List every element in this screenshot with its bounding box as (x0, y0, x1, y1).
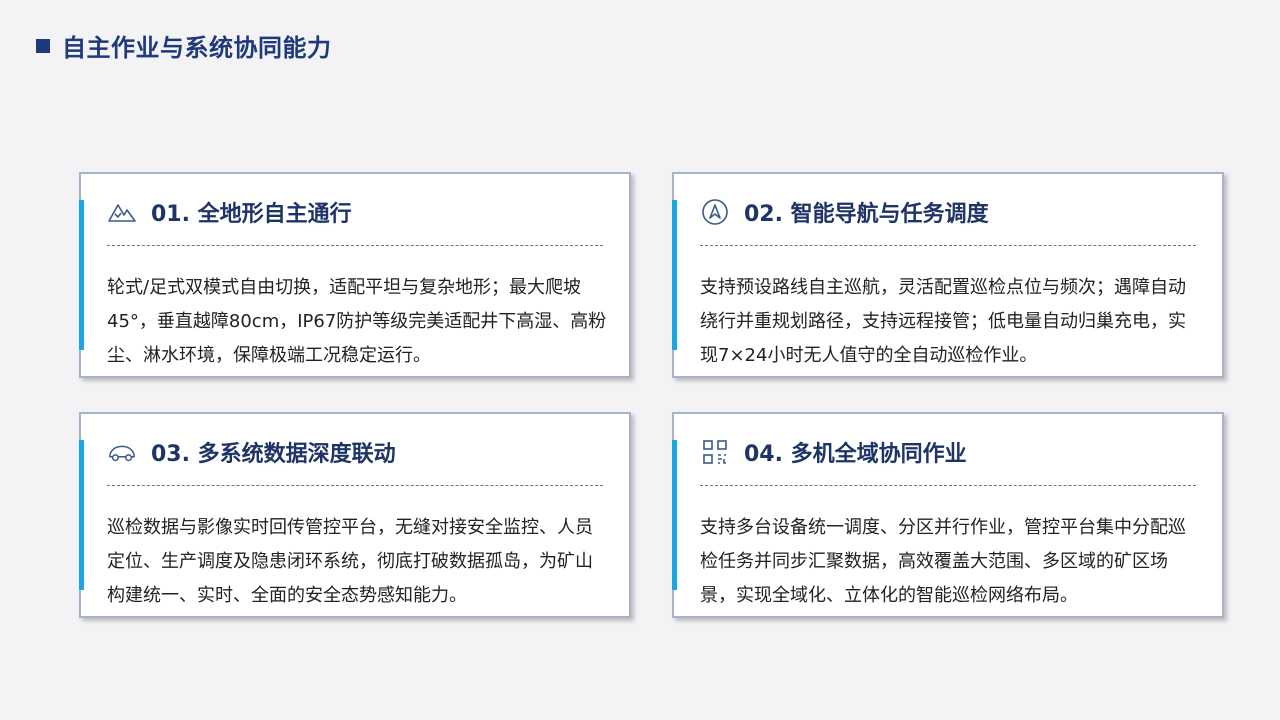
card-body: 支持多台设备统一调度、分区并行作业，管控平台集中分配巡检任务并同步汇聚数据，高效… (700, 517, 1186, 606)
card-divider (700, 485, 1196, 486)
card-divider (700, 245, 1196, 246)
card-accent-bar (672, 440, 677, 590)
card-title: 03. 多系统数据深度联动 (151, 442, 396, 467)
card-accent-bar (672, 200, 677, 350)
feature-card-collaboration: 04. 多机全域协同作业 支持多台设备统一调度、分区并行作业，管控平台集中分配巡… (672, 412, 1224, 618)
page-title-text: 自主作业与系统协同能力 (62, 34, 332, 62)
card-accent-bar (79, 200, 84, 350)
card-body: 轮式/足式双模式自由切换，适配平坦与复杂地形；最大爬坡45°，垂直越障80cm，… (107, 277, 607, 366)
card-accent-bar (79, 440, 84, 590)
card-header: 01. 全地形自主通行 (107, 196, 352, 228)
card-divider (107, 245, 603, 246)
card-body: 巡检数据与影像实时回传管控平台，无缝对接安全监控、人员定位、生产调度及隐患闭环系… (107, 517, 593, 606)
grid-icon (700, 437, 730, 467)
card-body: 支持预设路线自主巡航，灵活配置巡检点位与频次；遇障自动绕行并重规划路径，支持远程… (700, 277, 1186, 366)
card-header: 02. 智能导航与任务调度 (700, 196, 989, 228)
card-title: 02. 智能导航与任务调度 (744, 202, 989, 227)
card-title: 04. 多机全域协同作业 (744, 442, 967, 467)
card-title: 01. 全地形自主通行 (151, 202, 352, 227)
navigation-icon (700, 197, 730, 227)
page-title: 自主作业与系统协同能力 (36, 28, 332, 63)
card-header: 04. 多机全域协同作业 (700, 436, 967, 468)
title-square-icon (36, 38, 50, 53)
mountain-icon (107, 197, 137, 227)
card-divider (107, 485, 603, 486)
card-header: 03. 多系统数据深度联动 (107, 436, 396, 468)
feature-card-data-linkage: 03. 多系统数据深度联动 巡检数据与影像实时回传管控平台，无缝对接安全监控、人… (79, 412, 631, 618)
feature-card-terrain: 01. 全地形自主通行 轮式/足式双模式自由切换，适配平坦与复杂地形；最大爬坡4… (79, 172, 631, 378)
feature-card-navigation: 02. 智能导航与任务调度 支持预设路线自主巡航，灵活配置巡检点位与频次；遇障自… (672, 172, 1224, 378)
vehicle-icon (107, 437, 137, 467)
